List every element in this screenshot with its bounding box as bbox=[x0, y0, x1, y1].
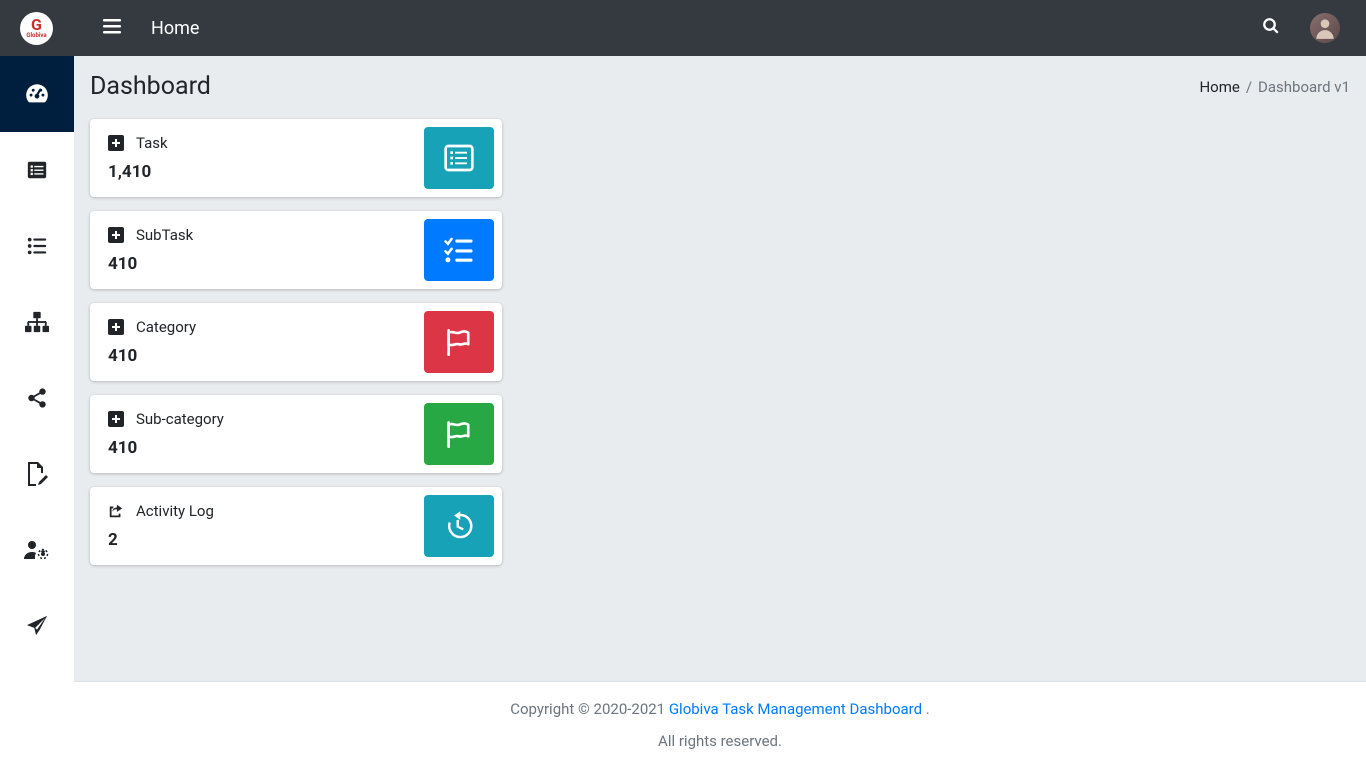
card-subtask-label: SubTask bbox=[136, 226, 193, 244]
navbar-title[interactable]: Home bbox=[151, 18, 199, 39]
footer: Copyright © 2020-2021 Globiva Task Manag… bbox=[74, 681, 1366, 768]
card-task-label: Task bbox=[136, 134, 168, 152]
sidebar-item-subcategory[interactable] bbox=[0, 360, 74, 436]
flag-icon bbox=[443, 419, 475, 449]
plus-square-icon bbox=[108, 135, 124, 151]
sidebar-item-send[interactable] bbox=[0, 588, 74, 664]
card-subcategory-label: Sub-category bbox=[136, 410, 224, 428]
breadcrumb-home-link[interactable]: Home bbox=[1199, 78, 1239, 96]
plus-square-icon bbox=[108, 227, 124, 243]
card-task[interactable]: Task 1,410 bbox=[90, 119, 502, 197]
breadcrumb-current: Dashboard v1 bbox=[1258, 78, 1350, 96]
sidebar-item-users[interactable] bbox=[0, 512, 74, 588]
footer-rights: All rights reserved. bbox=[90, 732, 1350, 750]
card-category[interactable]: Category 410 bbox=[90, 303, 502, 381]
history-icon bbox=[443, 510, 475, 542]
sidebar bbox=[0, 56, 74, 768]
list-alt-icon bbox=[443, 142, 475, 174]
card-subtask[interactable]: SubTask 410 bbox=[90, 211, 502, 289]
file-edit-icon bbox=[26, 462, 48, 486]
main-content: Dashboard Home / Dashboard v1 Task 1,410 bbox=[74, 56, 1366, 681]
sidebar-item-subtasks[interactable] bbox=[0, 208, 74, 284]
card-subtask-value: 410 bbox=[108, 254, 414, 274]
card-category-label: Category bbox=[136, 318, 196, 336]
page-title: Dashboard bbox=[90, 72, 211, 101]
card-activity-value: 2 bbox=[108, 530, 414, 550]
card-category-icon-box bbox=[424, 311, 494, 373]
paper-plane-icon bbox=[26, 615, 48, 637]
top-navbar: GGlobiva Home bbox=[0, 0, 1366, 56]
share-icon bbox=[26, 387, 48, 409]
sidebar-item-dashboard[interactable] bbox=[0, 56, 74, 132]
sidebar-item-activity[interactable] bbox=[0, 436, 74, 512]
card-subtask-icon-box bbox=[424, 219, 494, 281]
card-subcategory-icon-box bbox=[424, 403, 494, 465]
card-activity-label: Activity Log bbox=[136, 502, 214, 520]
card-subcategory[interactable]: Sub-category 410 bbox=[90, 395, 502, 473]
flag-icon bbox=[443, 327, 475, 357]
footer-suffix: . bbox=[922, 700, 930, 718]
breadcrumb: Home / Dashboard v1 bbox=[1199, 78, 1350, 96]
list-ul-icon bbox=[26, 235, 48, 257]
card-subcategory-value: 410 bbox=[108, 438, 414, 458]
search-icon bbox=[1262, 17, 1280, 35]
brand-logo[interactable]: GGlobiva bbox=[20, 12, 53, 45]
card-activity-icon-box bbox=[424, 495, 494, 557]
list-alt-icon bbox=[26, 159, 48, 181]
sitemap-icon bbox=[25, 311, 49, 333]
tasks-icon bbox=[443, 235, 475, 265]
card-task-value: 1,410 bbox=[108, 162, 414, 182]
footer-copyright: Copyright © 2020-2021 bbox=[510, 700, 669, 718]
card-activity[interactable]: Activity Log 2 bbox=[90, 487, 502, 565]
card-category-value: 410 bbox=[108, 346, 414, 366]
share-square-icon bbox=[108, 503, 124, 519]
card-task-icon-box bbox=[424, 127, 494, 189]
footer-link[interactable]: Globiva Task Management Dashboard bbox=[669, 700, 922, 718]
avatar-icon bbox=[1312, 15, 1338, 41]
search-button[interactable] bbox=[1262, 17, 1280, 39]
tachometer-icon bbox=[24, 81, 50, 107]
menu-toggle-button[interactable] bbox=[103, 18, 121, 38]
sidebar-item-tasks[interactable] bbox=[0, 132, 74, 208]
plus-square-icon bbox=[108, 319, 124, 335]
breadcrumb-separator: / bbox=[1246, 78, 1252, 96]
plus-square-icon bbox=[108, 411, 124, 427]
user-avatar[interactable] bbox=[1310, 13, 1340, 43]
users-cog-icon bbox=[24, 539, 50, 561]
bars-icon bbox=[103, 18, 121, 34]
sidebar-item-category[interactable] bbox=[0, 284, 74, 360]
